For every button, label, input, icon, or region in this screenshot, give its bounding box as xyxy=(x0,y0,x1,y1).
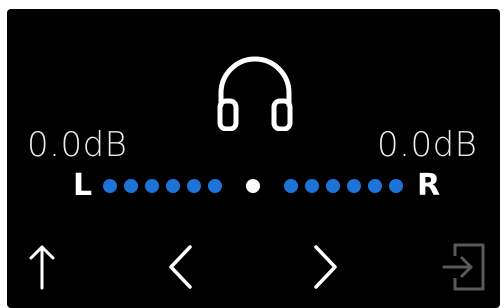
balance-dot-left-3[interactable] xyxy=(166,179,180,193)
balance-dot-left-1[interactable] xyxy=(208,179,222,193)
balance-dot-right-2[interactable] xyxy=(305,179,319,193)
balance-dot-right-1[interactable] xyxy=(284,179,298,193)
chevron-right-icon[interactable] xyxy=(309,243,343,291)
balance-dot-right-5[interactable] xyxy=(368,179,382,193)
left-level-readout: 0.0dB xyxy=(27,125,128,165)
balance-dot-right-4[interactable] xyxy=(347,179,361,193)
balance-screen: 0.0dB 0.0dB L R xyxy=(7,9,500,308)
balance-dot-right-3[interactable] xyxy=(326,179,340,193)
balance-slider[interactable] xyxy=(97,174,412,198)
balance-dot-right-6[interactable] xyxy=(389,179,403,193)
balance-dot-left-6[interactable] xyxy=(103,179,117,193)
balance-dot-left-5[interactable] xyxy=(124,179,138,193)
exit-icon[interactable] xyxy=(441,241,487,293)
up-arrow-icon[interactable] xyxy=(27,241,57,291)
balance-dot-center[interactable] xyxy=(246,179,260,193)
left-channel-label: L xyxy=(73,168,93,203)
right-level-readout: 0.0dB xyxy=(377,125,478,165)
headphones-icon xyxy=(217,56,293,131)
chevron-left-icon[interactable] xyxy=(163,243,197,291)
balance-dot-left-4[interactable] xyxy=(145,179,159,193)
right-channel-label: R xyxy=(417,168,441,203)
balance-dot-left-2[interactable] xyxy=(187,179,201,193)
